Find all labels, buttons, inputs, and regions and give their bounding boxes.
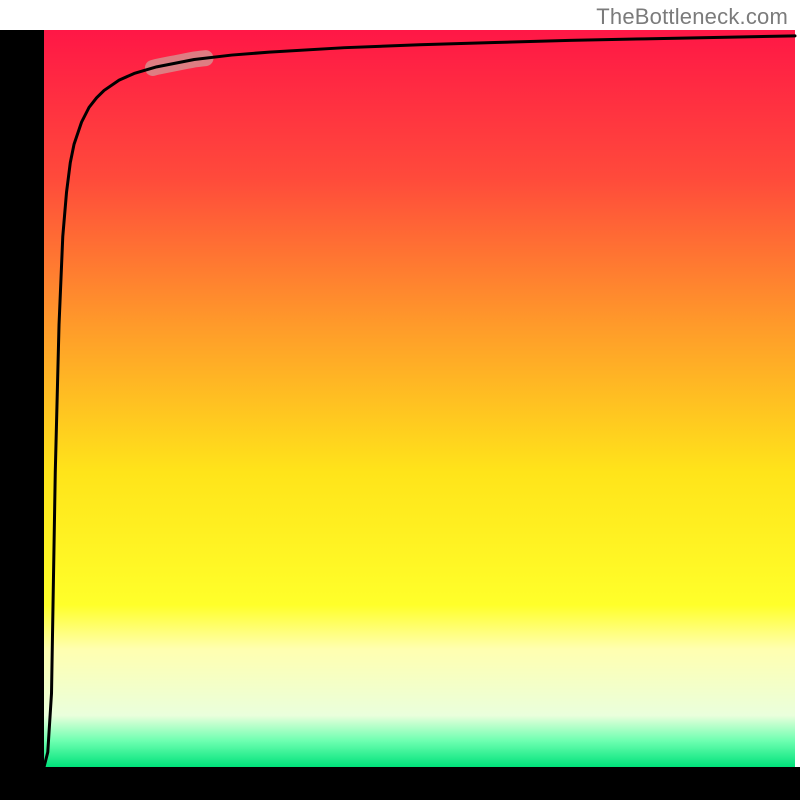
attribution-label: TheBottleneck.com bbox=[596, 4, 788, 30]
plot-background bbox=[44, 30, 795, 767]
bottleneck-chart bbox=[0, 0, 800, 800]
axis-left bbox=[0, 30, 44, 800]
chart-container: TheBottleneck.com bbox=[0, 0, 800, 800]
axis-bottom bbox=[0, 767, 800, 800]
